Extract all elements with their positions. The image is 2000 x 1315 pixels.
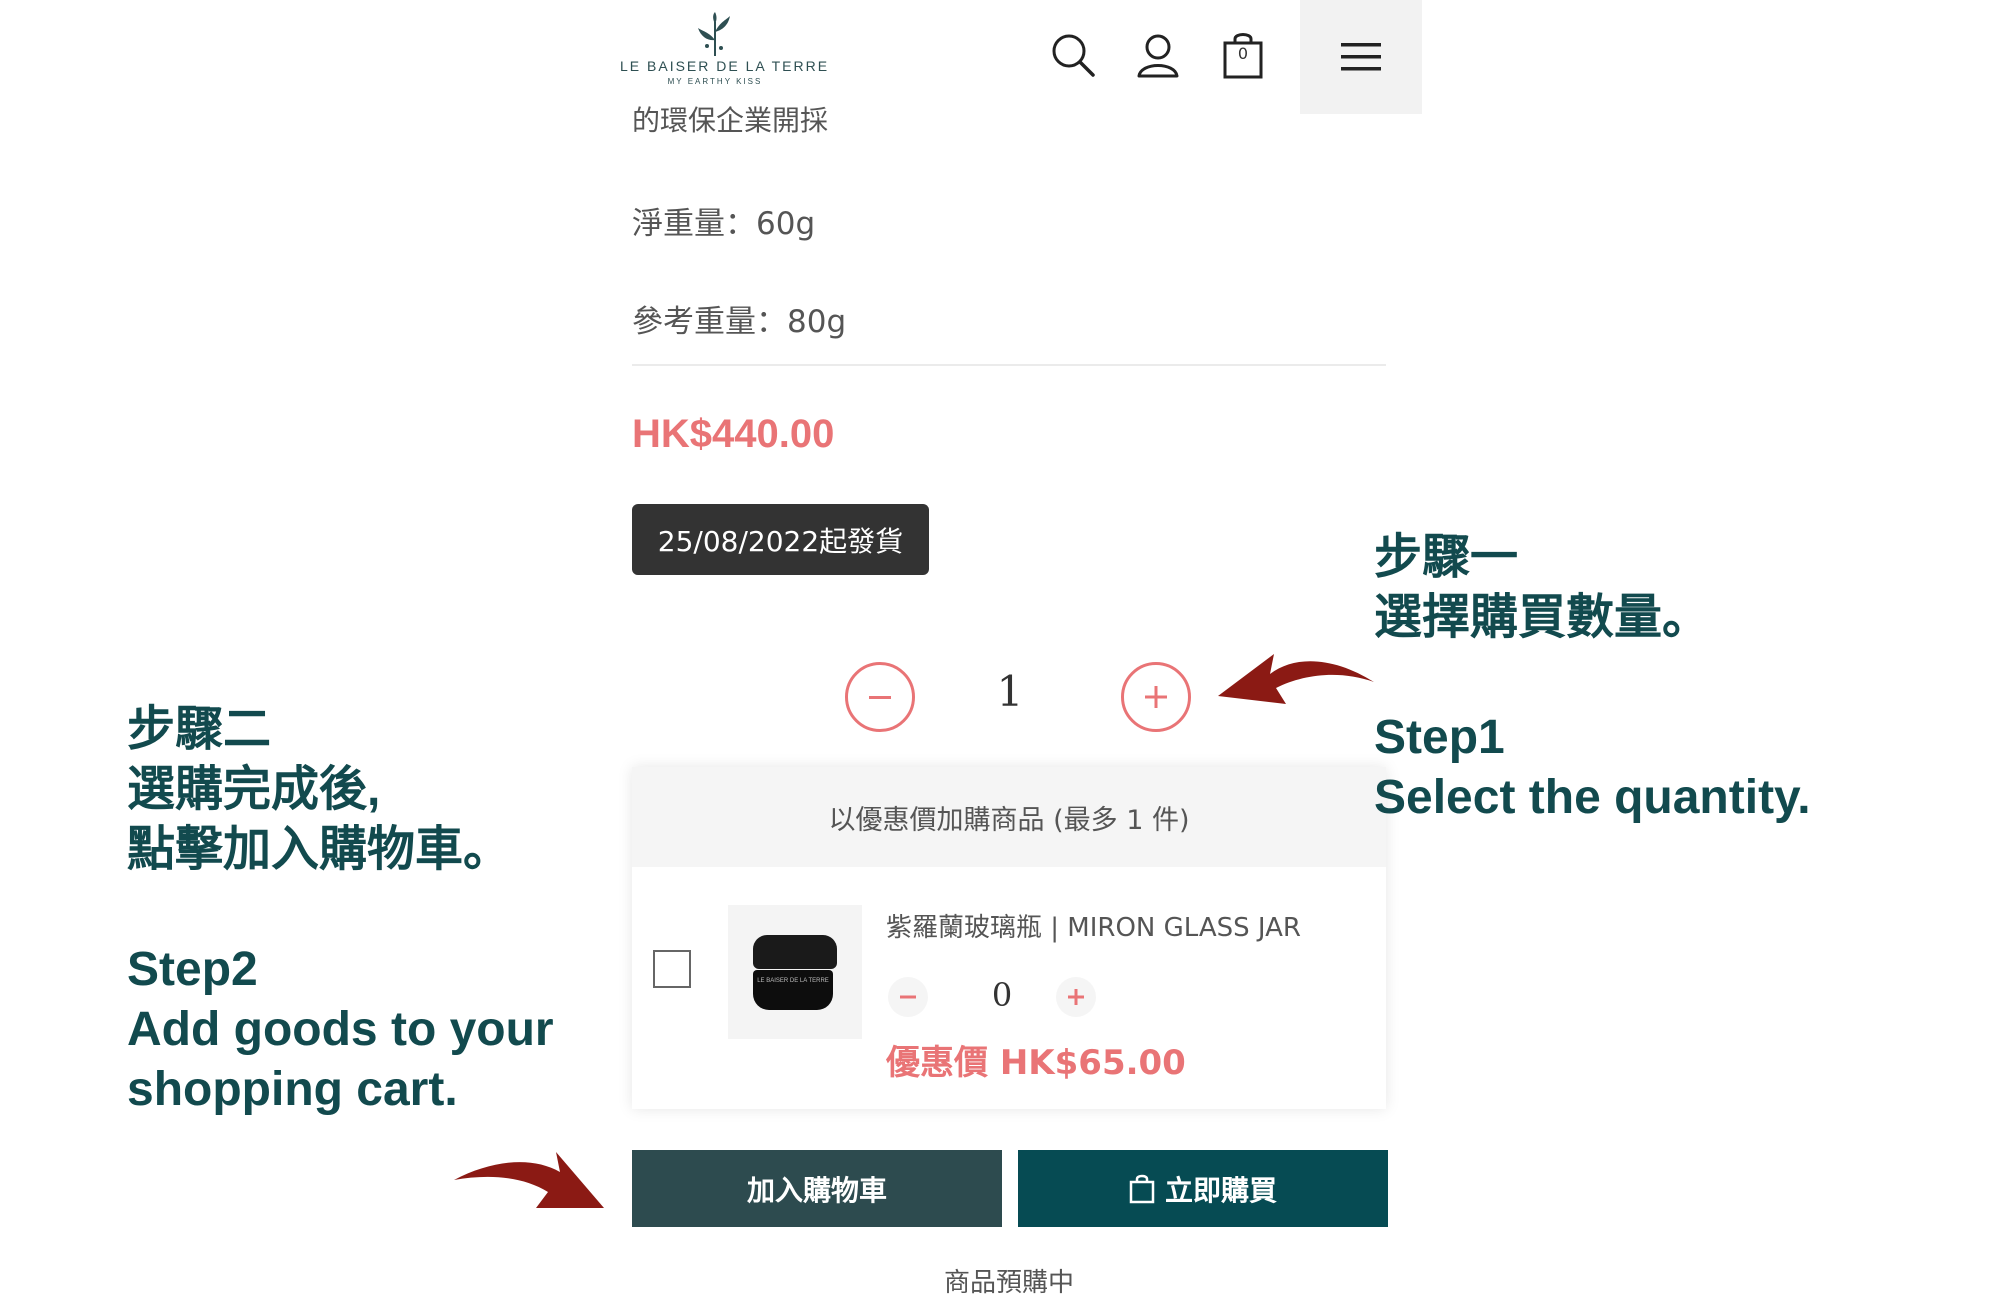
step1-text: 選擇購買數量。 [1374, 591, 1711, 644]
step1-text-en: Select the quantity. [1374, 771, 1811, 824]
cart-count: 0 [1237, 44, 1249, 63]
step2-arrow-icon [454, 1152, 604, 1208]
addon-quantity-value: 0 [991, 976, 1013, 1014]
step2-text-en-2: shopping cart. [127, 1063, 458, 1116]
jar-image: LE BAISER DE LA TERRE [753, 934, 837, 1010]
quantity-value[interactable]: 1 [980, 667, 1040, 716]
search-icon [1052, 34, 1095, 77]
quantity-increase-button[interactable] [1121, 662, 1191, 732]
brand-tagline: MY EARTHY KISS [667, 77, 763, 86]
net-weight: 淨重量：60g [632, 206, 816, 242]
addon-checkbox[interactable] [653, 950, 691, 988]
step2-heading-en: Step2 [127, 943, 258, 996]
search-button[interactable] [1048, 30, 1098, 80]
minus-icon [869, 696, 891, 699]
addon-increase-button[interactable] [1056, 977, 1096, 1017]
user-icon [1137, 34, 1179, 78]
account-button[interactable] [1133, 30, 1183, 80]
step1-heading: 步驟一 [1374, 531, 1519, 584]
addon-product-image[interactable]: LE BAISER DE LA TERRE [728, 905, 862, 1039]
addon-product-name[interactable]: 紫羅蘭玻璃瓶 | MIRON GLASS JAR [886, 907, 1301, 944]
cart-button[interactable]: 0 [1218, 30, 1268, 80]
preorder-status: 商品預購中 [943, 1268, 1074, 1298]
divider [632, 364, 1386, 366]
step2-annotation: 步驟二 選購完成後, 點擊加入購物車。 Step2 Add goods to y… [127, 700, 554, 1120]
addon-price: 優惠價 HK$65.00 [886, 1043, 1186, 1083]
brand-logo[interactable]: LE BAISER DE LA TERRE MY EARTHY KISS [620, 12, 830, 96]
menu-button[interactable] [1300, 0, 1422, 114]
plus-icon [1068, 989, 1084, 1005]
plus-icon [1145, 686, 1167, 708]
step2-heading: 步驟二 [127, 703, 272, 756]
add-to-cart-button[interactable]: 加入購物車 [632, 1150, 1002, 1227]
buy-now-button[interactable]: 立即購買 [1018, 1150, 1388, 1227]
product-price: HK$440.00 [632, 412, 835, 456]
minus-icon [900, 995, 916, 999]
shopping-bag-icon [1129, 1174, 1155, 1203]
addon-decrease-button[interactable] [888, 977, 928, 1017]
ship-date-badge: 25/08/2022起發貨 [632, 504, 929, 575]
description-text: 的環保企業開採 [632, 104, 829, 137]
step2-text-2: 點擊加入購物車。 [127, 823, 512, 876]
reference-weight: 參考重量：80g [632, 304, 847, 340]
step1-annotation: 步驟一 選擇購買數量。 Step1 Select the quantity. [1374, 528, 1811, 828]
step1-arrow-icon [1218, 654, 1374, 704]
step2-text-en-1: Add goods to your [127, 1003, 554, 1056]
addon-heading: 以優惠價加購商品 (最多 1 件) [632, 767, 1386, 867]
buy-now-label: 立即購買 [1164, 1173, 1277, 1207]
step1-heading-en: Step1 [1374, 711, 1505, 764]
step2-text-1: 選購完成後, [127, 763, 381, 816]
hamburger-menu-icon [1341, 43, 1381, 71]
addon-panel: 以優惠價加購商品 (最多 1 件) LE BAISER DE LA TERRE … [632, 767, 1386, 1109]
brand-name: LE BAISER DE LA TERRE [620, 58, 830, 74]
quantity-decrease-button[interactable] [845, 662, 915, 732]
sprig-logo-icon [698, 12, 730, 56]
